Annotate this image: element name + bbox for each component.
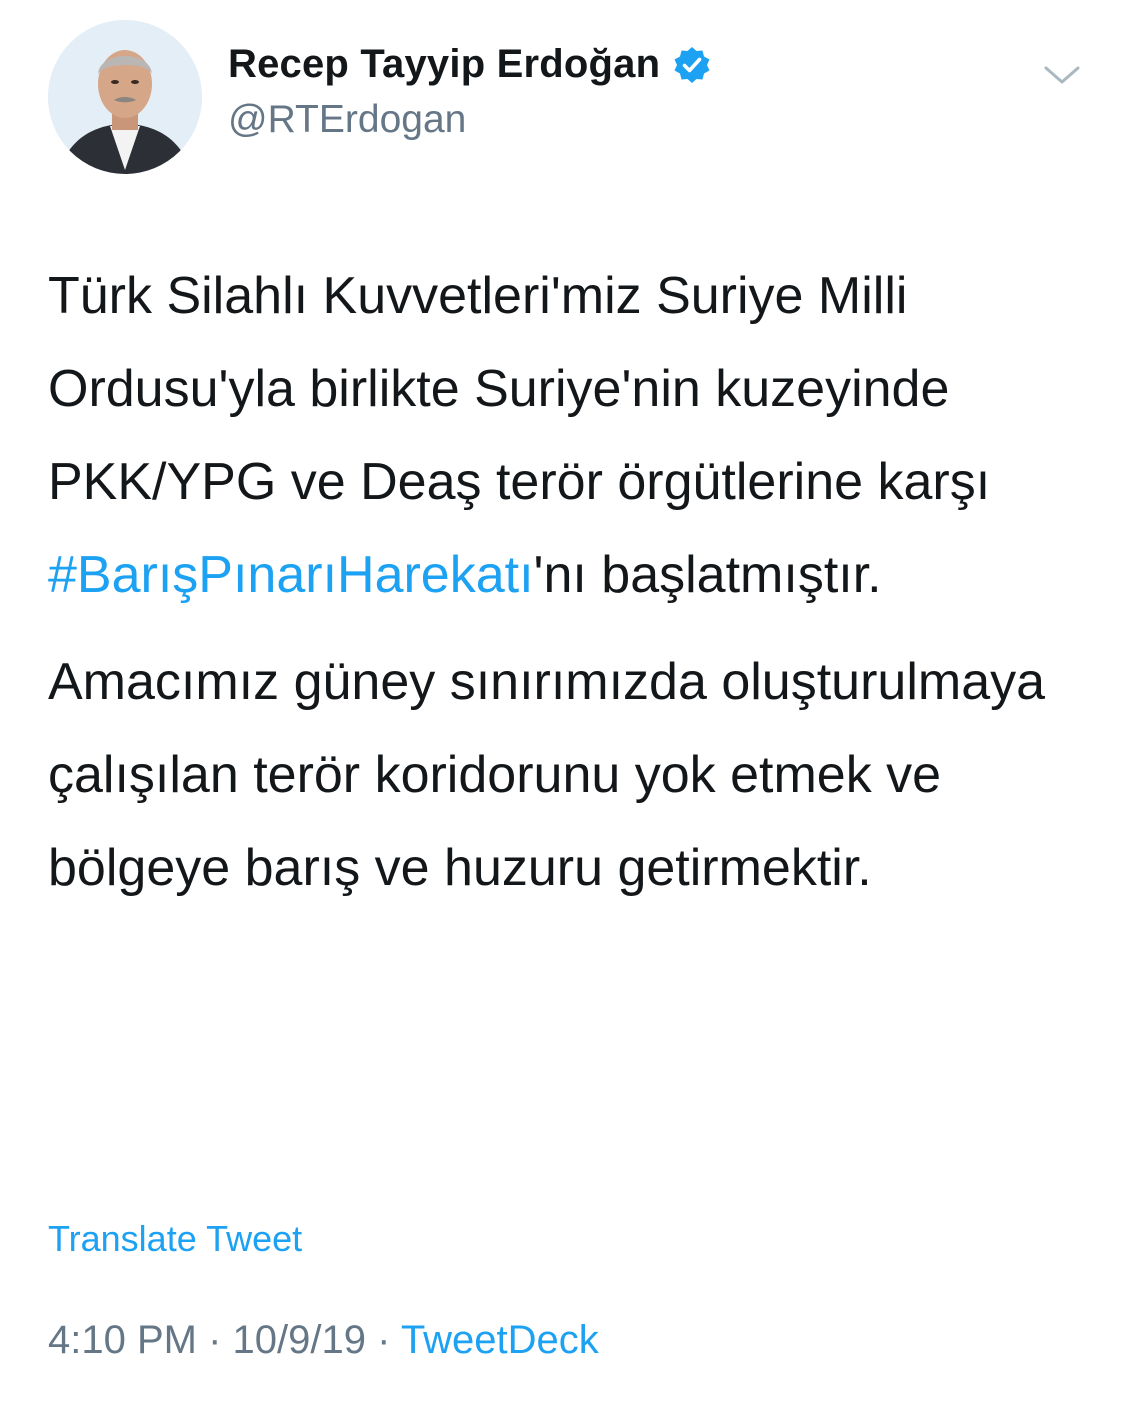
author-name-row[interactable]: Recep Tayyip Erdoğan bbox=[228, 42, 712, 87]
verified-badge-icon bbox=[672, 45, 712, 85]
tweet-text-part: 'nı başlatmıştır. bbox=[533, 546, 882, 604]
tweet-paragraph-1: Türk Silahlı Kuvvetleri'miz Suriye Milli… bbox=[48, 250, 1078, 622]
avatar[interactable] bbox=[48, 20, 202, 174]
tweet-text-part: Türk Silahlı Kuvvetleri'miz Suriye Milli… bbox=[48, 267, 991, 511]
tweet-paragraph-2: Amacımız güney sınırımızda oluşturulmaya… bbox=[48, 653, 1046, 897]
avatar-image bbox=[48, 20, 202, 174]
chevron-down-icon[interactable] bbox=[1040, 58, 1084, 92]
user-handle[interactable]: @RTErdogan bbox=[228, 98, 466, 142]
tweet-date[interactable]: 10/9/19 bbox=[233, 1318, 366, 1362]
tweet: Recep Tayyip Erdoğan @RTErdogan Türk Sil… bbox=[0, 0, 1125, 1408]
meta-separator: · bbox=[208, 1318, 222, 1362]
display-name[interactable]: Recep Tayyip Erdoğan bbox=[228, 42, 660, 87]
translate-tweet-link[interactable]: Translate Tweet bbox=[48, 1218, 302, 1260]
meta-separator: · bbox=[377, 1318, 391, 1362]
hashtag-link[interactable]: #BarışPınarıHarekatı bbox=[48, 546, 534, 604]
tweet-meta: 4:10 PM · 10/9/19 · TweetDeck bbox=[48, 1318, 599, 1363]
tweet-time[interactable]: 4:10 PM bbox=[48, 1318, 197, 1362]
tweet-text: Türk Silahlı Kuvvetleri'miz Suriye Milli… bbox=[48, 250, 1078, 915]
tweet-source-link[interactable]: TweetDeck bbox=[401, 1318, 599, 1362]
